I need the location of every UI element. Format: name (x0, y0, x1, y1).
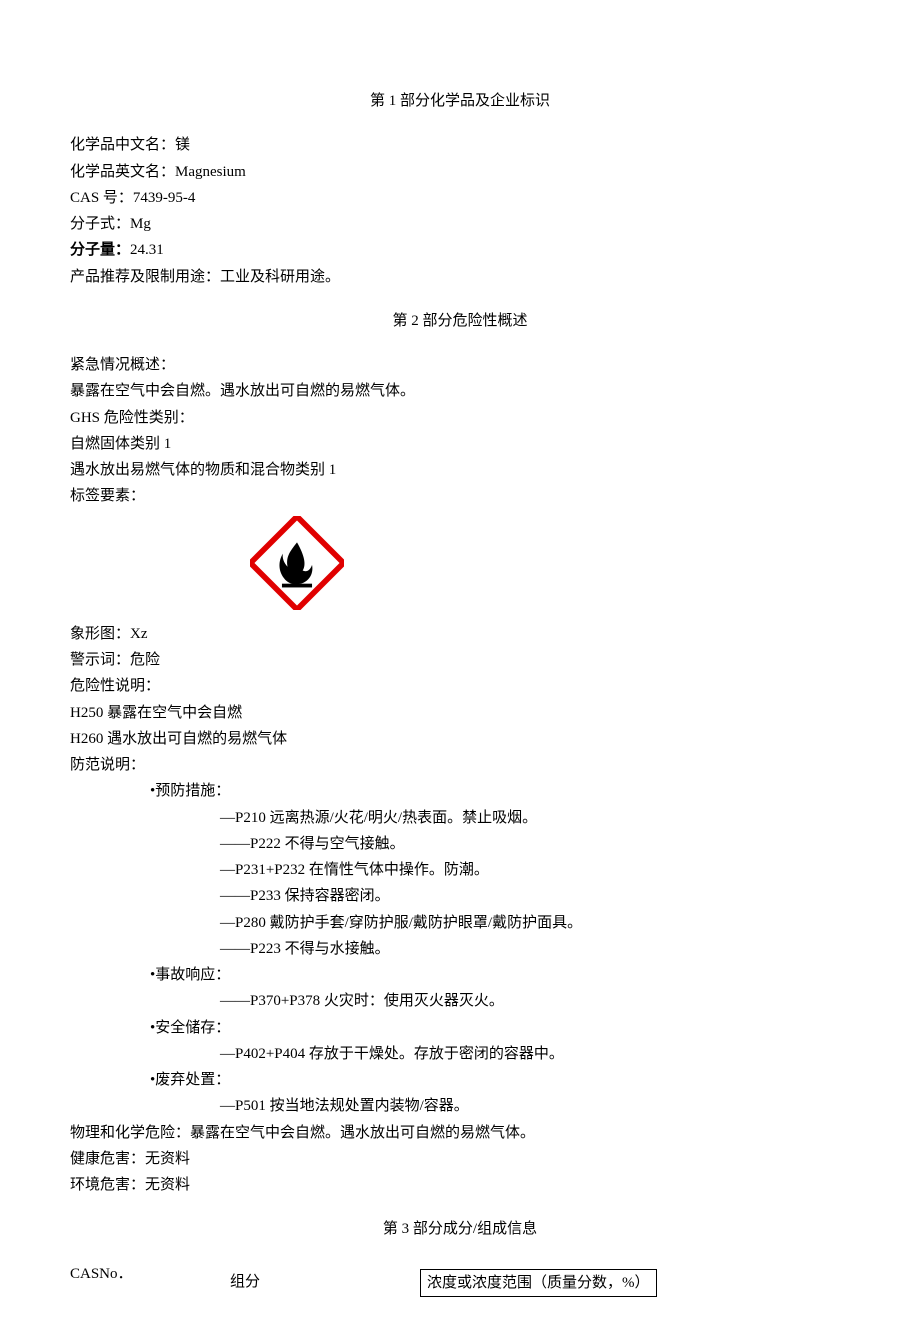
ghs-flame-pictogram (250, 516, 850, 619)
flame-icon (250, 516, 344, 610)
p231-232: —P231+P232 在惰性气体中操作。防潮。 (70, 857, 850, 883)
p223: ——P223 不得与水接触。 (70, 936, 850, 962)
col-concentration: 浓度或浓度范围（质量分数，%） (420, 1269, 657, 1297)
emergency-text: 暴露在空气中会自燃。遇水放出可自燃的易燃气体。 (70, 378, 850, 404)
signal-word: 警示词：危险 (70, 647, 850, 673)
section2-block: 紧急情况概述： 暴露在空气中会自燃。遇水放出可自燃的易燃气体。 GHS 危险性类… (70, 352, 850, 1198)
prevention-header: •预防措施： (70, 778, 850, 804)
env-hazard: 环境危害：无资料 (70, 1172, 850, 1198)
health-hazard: 健康危害：无资料 (70, 1146, 850, 1172)
pictogram-label: 象形图：Xz (70, 621, 850, 647)
ghs-header: GHS 危险性类别： (70, 405, 850, 431)
p222: ——P222 不得与空气接触。 (70, 831, 850, 857)
emergency-header: 紧急情况概述： (70, 352, 850, 378)
section3-title: 第 3 部分成分/组成信息 (70, 1216, 850, 1242)
storage-header: •安全储存： (70, 1015, 850, 1041)
p402-404: —P402+P404 存放于干燥处。存放于密闭的容器中。 (70, 1041, 850, 1067)
mw-value: 24.31 (130, 242, 164, 258)
precaution-header: 防范说明： (70, 752, 850, 778)
ghs-cat1: 自燃固体类别 1 (70, 431, 850, 457)
disposal-header: •废弃处置： (70, 1067, 850, 1093)
name-cn: 化学品中文名：镁 (70, 132, 850, 158)
section1-title: 第 1 部分化学品及企业标识 (70, 88, 850, 114)
p280: —P280 戴防护手套/穿防护服/戴防护眼罩/戴防护面具。 (70, 910, 850, 936)
label-elements: 标签要素： (70, 483, 850, 509)
formula: 分子式：Mg (70, 211, 850, 237)
molecular-weight: 分子量：24.31 (70, 237, 850, 263)
h260: H260 遇水放出可自燃的易燃气体 (70, 726, 850, 752)
h250: H250 暴露在空气中会自燃 (70, 700, 850, 726)
mw-label: 分子量： (70, 242, 130, 258)
col-component: 组分 (190, 1269, 420, 1295)
section2-title: 第 2 部分危险性概述 (70, 308, 850, 334)
p210: —P210 远离热源/火花/明火/热表面。禁止吸烟。 (70, 805, 850, 831)
usage: 产品推荐及限制用途：工业及科研用途。 (70, 264, 850, 290)
response-header: •事故响应： (70, 962, 850, 988)
hazard-header: 危险性说明： (70, 673, 850, 699)
name-en: 化学品英文名：Magnesium (70, 159, 850, 185)
p370-378: ——P370+P378 火灾时：使用灭火器灭火。 (70, 988, 850, 1014)
section1-block: 化学品中文名：镁 化学品英文名：Magnesium CAS 号：7439-95-… (70, 132, 850, 290)
cas-number: CAS 号：7439-95-4 (70, 185, 850, 211)
composition-table-header: 组分 浓度或浓度范围（质量分数，%） (70, 1269, 850, 1297)
phys-chem-hazard: 物理和化学危险：暴露在空气中会自燃。遇水放出可自燃的易燃气体。 (70, 1120, 850, 1146)
p501: —P501 按当地法规处置内装物/容器。 (70, 1093, 850, 1119)
ghs-cat2: 遇水放出易燃气体的物质和混合物类别 1 (70, 457, 850, 483)
p233: ——P233 保持容器密闭。 (70, 883, 850, 909)
